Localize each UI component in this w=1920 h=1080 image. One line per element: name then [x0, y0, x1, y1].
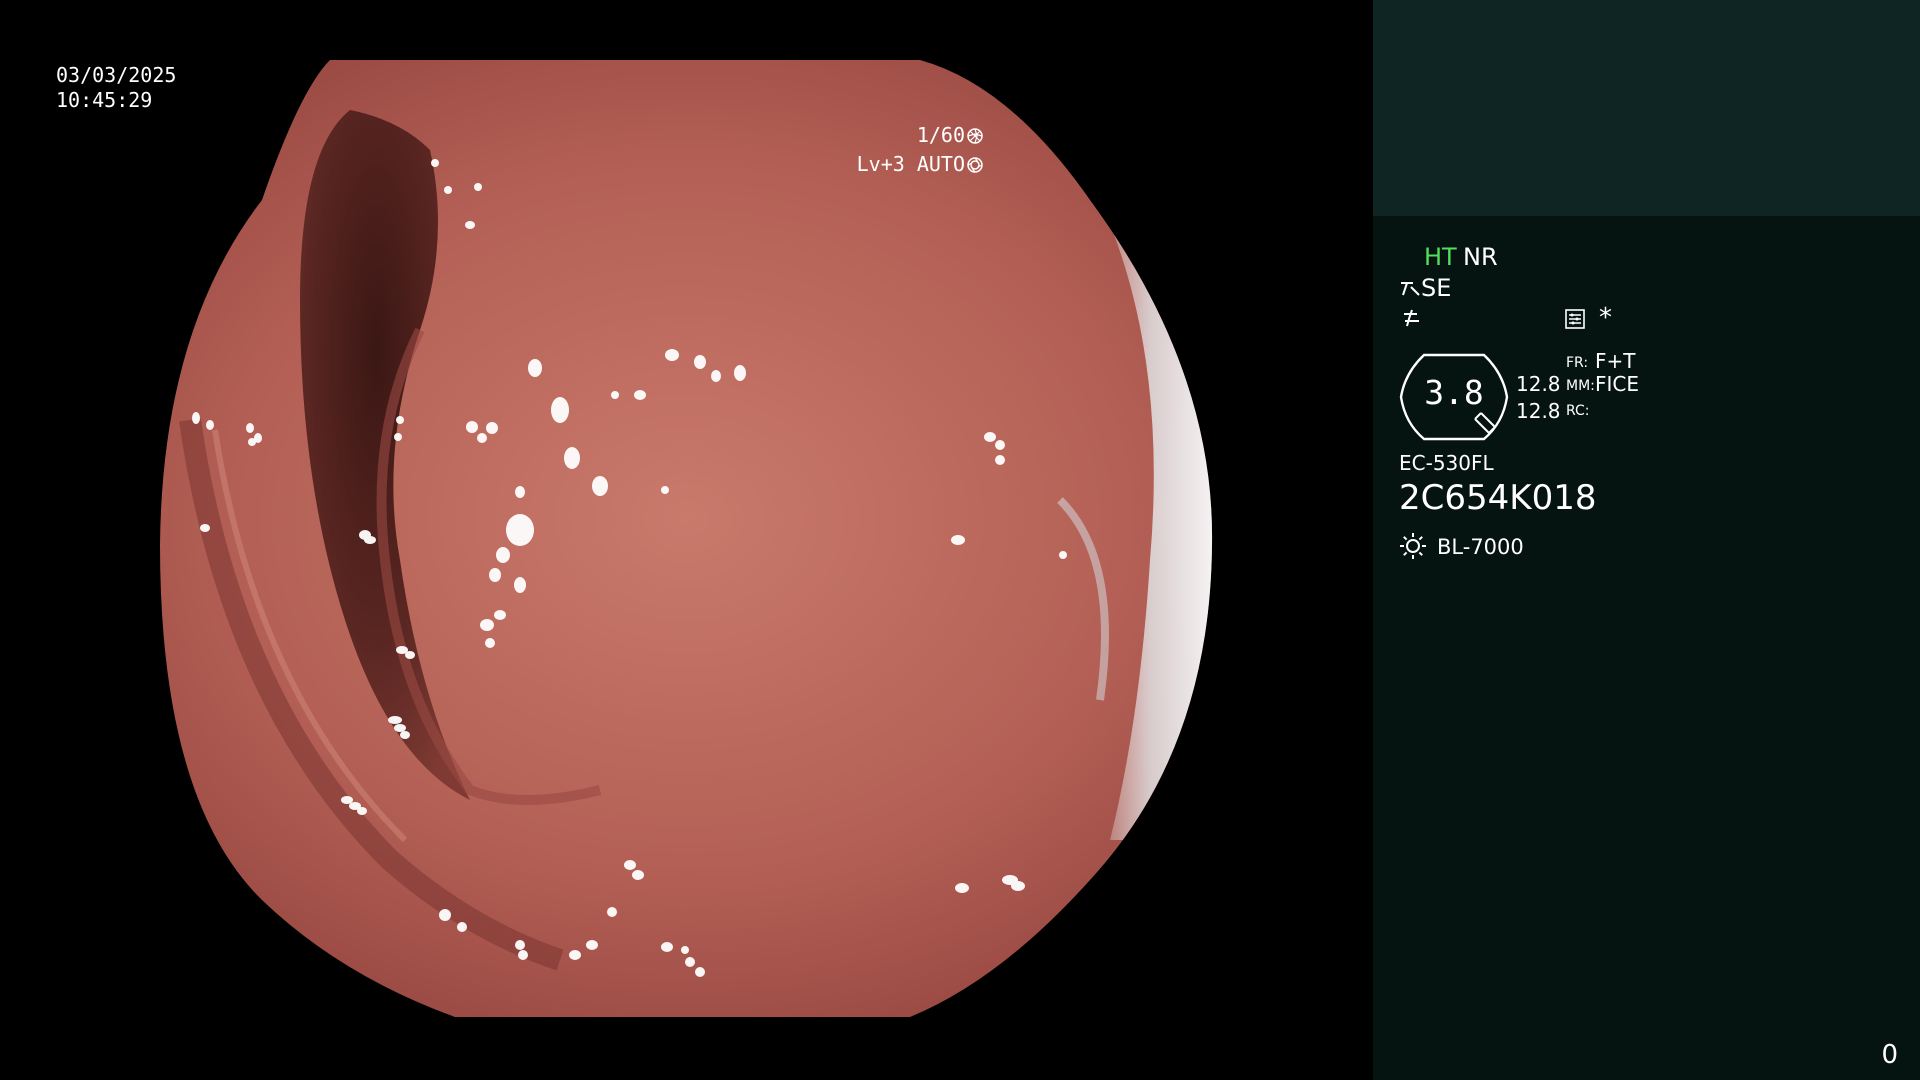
specular-highlight [695, 967, 705, 977]
specular-highlight [1011, 881, 1025, 891]
specular-highlight [586, 940, 598, 950]
structure-enhancement-icon [1401, 282, 1420, 296]
processor-info-panel: HT NR SE * 3.8 12.8 12.8 FR: F+T MM: FIC… [1373, 0, 1920, 1080]
endoscope-image-area: 03/03/2025 10:45:29 1/60 Lv+3 AUTO [0, 0, 1373, 1080]
specular-highlight [485, 638, 495, 648]
specular-highlight [489, 568, 501, 582]
specular-highlight [465, 221, 475, 229]
specular-highlight [661, 942, 673, 952]
specular-highlight [951, 535, 965, 545]
specular-highlight [685, 957, 695, 967]
structure-enhancement-label: SE [1421, 274, 1452, 302]
noise-reduction-label: NR [1463, 243, 1498, 271]
mm-key: MM: [1566, 378, 1595, 394]
specular-highlight [611, 391, 619, 399]
light-source-model: BL-7000 [1437, 535, 1524, 559]
rc-key: RC: [1566, 403, 1590, 419]
specular-highlight [528, 359, 542, 377]
specular-highlight [200, 524, 210, 532]
specular-highlight [396, 416, 404, 424]
specular-highlight [515, 940, 525, 950]
specular-highlight [405, 651, 415, 659]
endoscope-image [160, 60, 1213, 1017]
specular-highlight [431, 159, 439, 167]
specular-highlight [551, 397, 569, 423]
memo-icon [1565, 309, 1585, 329]
light-level-readout: Lv+3 AUTO [808, 127, 983, 202]
scope-serial-number: 2C654K018 [1399, 478, 1597, 518]
specular-highlight [394, 724, 406, 732]
specular-highlight [466, 421, 478, 433]
specular-highlight [661, 486, 669, 494]
fr-key: FR: [1566, 355, 1589, 371]
image-counter: 0 [1881, 1040, 1898, 1070]
specular-highlight [439, 909, 451, 921]
specular-highlight [569, 950, 581, 960]
specular-highlight [357, 807, 367, 815]
specular-highlight [496, 547, 510, 563]
zoom-value: 3.8 [1424, 373, 1484, 412]
specular-highlight [984, 432, 996, 442]
light-source-icon [1400, 533, 1426, 559]
specular-highlight [486, 422, 498, 434]
specular-highlight [607, 907, 617, 917]
edge-enhancement-icon [1404, 309, 1419, 327]
specular-highlight [624, 860, 636, 870]
specular-highlight [514, 577, 526, 593]
panel-header-area [1373, 0, 1920, 216]
specular-highlight [665, 349, 679, 361]
exam-time: 10:45:29 [56, 88, 153, 112]
specular-highlight [995, 455, 1005, 465]
star-indicator: * [1599, 303, 1612, 333]
specular-highlight [681, 946, 689, 954]
zoom-value-bottom: 12.8 [1516, 399, 1561, 423]
specular-highlight [592, 476, 608, 496]
specular-highlight [477, 433, 487, 443]
specular-highlight [192, 412, 200, 424]
specular-highlight [955, 883, 969, 893]
specular-highlight [506, 514, 534, 546]
mm-value: FICE [1595, 372, 1640, 396]
specular-highlight [444, 186, 452, 194]
zoom-indicator: 3.8 [1399, 353, 1509, 441]
light-level-value: Lv+3 [856, 152, 905, 176]
specular-highlight [734, 365, 746, 381]
specular-highlight [341, 796, 353, 804]
scope-model: EC-530FL [1399, 451, 1494, 475]
iris-icon [967, 157, 983, 173]
specular-highlight [394, 433, 402, 441]
specular-highlight [494, 610, 506, 620]
zoom-value-top: 12.8 [1516, 372, 1561, 396]
specular-highlight [480, 619, 494, 631]
fr-value: F+T [1595, 349, 1636, 373]
specular-highlight [634, 390, 646, 400]
specular-highlight [388, 716, 402, 724]
hue-label: HT [1424, 243, 1457, 271]
specular-highlight [515, 486, 525, 498]
specular-highlight [206, 420, 214, 430]
specular-highlight [711, 370, 721, 382]
specular-highlight [400, 731, 410, 739]
specular-highlight [632, 870, 644, 880]
specular-highlight [457, 922, 467, 932]
specular-highlight [995, 440, 1005, 450]
specular-highlight [1059, 551, 1067, 559]
specular-highlight [518, 950, 528, 960]
specular-highlight [246, 423, 254, 433]
specular-highlight [564, 447, 580, 469]
specular-highlight [248, 438, 256, 446]
exam-date: 03/03/2025 [56, 63, 177, 87]
specular-highlight [359, 530, 371, 540]
iris-mode-value: AUTO [916, 152, 965, 176]
specular-highlight [474, 183, 482, 191]
specular-highlight [694, 355, 706, 369]
